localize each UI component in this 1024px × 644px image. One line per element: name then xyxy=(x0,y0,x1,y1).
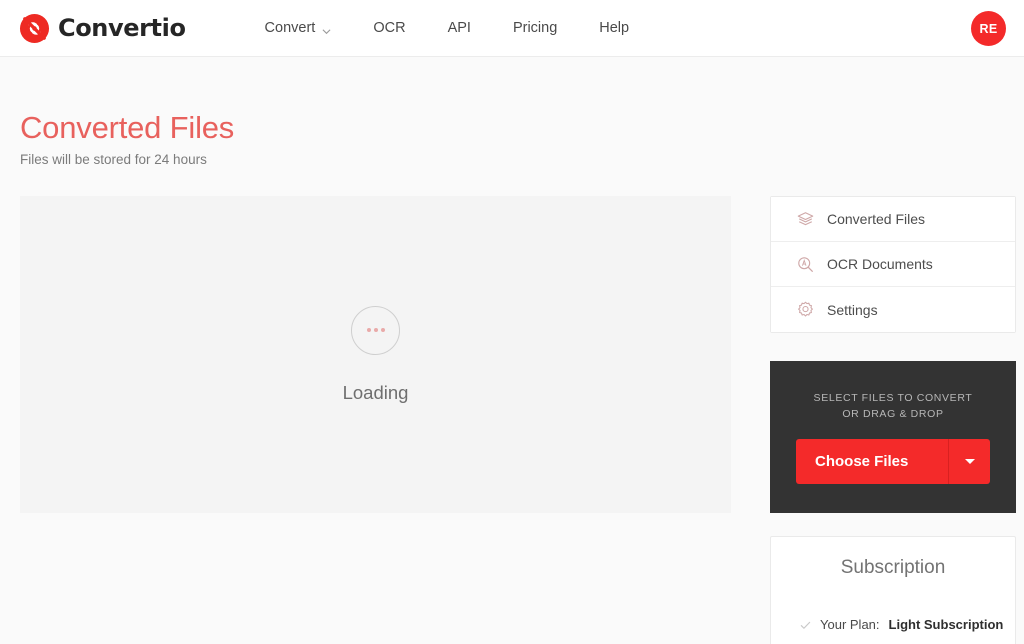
sidebar-label-ocr-documents: OCR Documents xyxy=(827,256,933,272)
choose-files-dropdown-button[interactable] xyxy=(948,439,990,485)
subscription-panel: Subscription Your Plan: Light Subscripti… xyxy=(770,536,1016,644)
loading-dots-icon xyxy=(351,305,400,355)
convertio-logo-icon xyxy=(19,13,50,44)
upload-dropzone[interactable]: SELECT FILES TO CONVERT OR DRAG & DROP C… xyxy=(770,361,1016,513)
choose-files-button-group[interactable]: Choose Files xyxy=(796,439,990,485)
spinner-dot xyxy=(380,328,385,332)
subscription-plan-prefix: Your Plan: xyxy=(820,617,880,632)
subscription-plan-name: Light Subscription xyxy=(888,617,1004,632)
sidebar-item-converted-files[interactable]: Converted Files xyxy=(771,197,1015,242)
loading-label: Loading xyxy=(342,381,409,403)
spinner-dot xyxy=(366,328,371,332)
right-sidebar: Converted Files OCR Documents Settings xyxy=(770,196,1016,333)
subscription-title: Subscription xyxy=(840,557,946,578)
check-icon xyxy=(800,619,811,630)
nav-item-ocr[interactable]: OCR xyxy=(352,0,426,56)
subscription-plan-row: Your Plan: Light Subscription xyxy=(771,617,1015,632)
sidebar-label-settings: Settings xyxy=(827,301,878,318)
sidebar-item-ocr-documents[interactable]: OCR Documents xyxy=(771,242,1015,287)
brand-name: Convertio xyxy=(58,14,186,42)
sidebar-item-settings[interactable]: Settings xyxy=(771,287,1015,332)
nav-label-ocr: OCR xyxy=(373,20,406,36)
brand-logo[interactable]: Convertio xyxy=(19,13,186,44)
page-subtitle: Files will be stored for 24 hours xyxy=(20,152,207,167)
upload-hint: SELECT FILES TO CONVERT OR DRAG & DROP xyxy=(814,390,973,423)
spinner-dot xyxy=(373,328,378,332)
upload-hint-line-1: SELECT FILES TO CONVERT xyxy=(813,391,973,404)
main-nav: Convert OCR API Pricing Help xyxy=(244,0,651,56)
nav-label-pricing: Pricing xyxy=(512,20,558,36)
nav-label-api: API xyxy=(447,20,471,36)
site-header: Convertio Convert OCR API Pricing Help R… xyxy=(0,0,1024,57)
nav-item-pricing[interactable]: Pricing xyxy=(492,0,578,56)
avatar[interactable]: RE xyxy=(971,11,1006,46)
nav-item-convert[interactable]: Convert xyxy=(244,0,353,56)
ocr-magnifier-icon xyxy=(797,256,814,273)
nav-item-help[interactable]: Help xyxy=(578,0,650,56)
sidebar-label-converted-files: Converted Files xyxy=(827,211,926,227)
sidebar-menu-card: Converted Files OCR Documents Settings xyxy=(770,196,1016,333)
converted-files-panel: Loading xyxy=(20,196,731,513)
nav-label-convert: Convert xyxy=(264,20,316,36)
choose-files-button[interactable]: Choose Files xyxy=(796,439,948,484)
page-title: Converted Files xyxy=(20,110,235,145)
layers-icon xyxy=(797,211,814,228)
nav-label-help: Help xyxy=(599,20,630,36)
upload-hint-line-2: OR DRAG & DROP xyxy=(842,408,944,420)
gear-icon xyxy=(797,301,814,318)
nav-item-api[interactable]: API xyxy=(427,0,492,56)
chevron-down-icon xyxy=(322,24,331,34)
caret-down-icon xyxy=(964,459,975,465)
